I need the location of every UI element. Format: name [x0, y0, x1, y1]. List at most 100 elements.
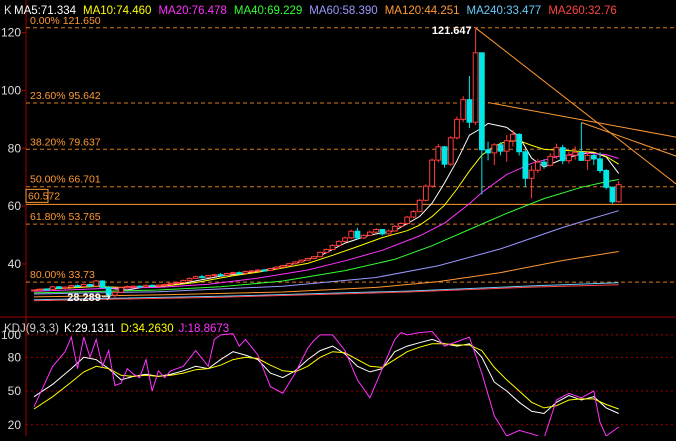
candle-up: [80, 283, 87, 288]
fib-level-label: 23.60% 95.642: [30, 90, 101, 102]
candle-body: [609, 186, 616, 203]
candle-body: [261, 269, 268, 272]
candle-body: [124, 286, 131, 289]
candle-body: [99, 280, 106, 288]
candle-body: [87, 283, 93, 287]
candle-up: [342, 236, 348, 243]
candle-up: [186, 277, 193, 282]
candle-body: [74, 285, 81, 288]
candle-up: [124, 285, 131, 289]
candle-body: [485, 149, 491, 154]
candle-body: [31, 289, 37, 292]
candle-up: [553, 143, 560, 159]
candle-body: [298, 259, 305, 263]
candle-body: [199, 276, 205, 279]
candle-up: [410, 210, 417, 219]
trendline: [475, 27, 676, 185]
candle-body: [68, 285, 75, 288]
candle-up: [248, 270, 255, 273]
candle-down: [149, 284, 156, 288]
candle-up: [304, 257, 311, 262]
candle-up: [279, 264, 286, 268]
candle-body: [111, 291, 118, 296]
candle-up: [242, 270, 249, 274]
candle-body: [491, 144, 498, 154]
candle-up: [491, 143, 498, 166]
candle-body: [161, 283, 168, 286]
candle-up: [510, 130, 516, 147]
candle-up: [416, 198, 423, 213]
candle-up: [329, 244, 336, 251]
candle-body: [416, 199, 423, 213]
candle-up: [255, 269, 261, 272]
candle-down: [603, 169, 610, 190]
candle-up: [298, 259, 305, 263]
candle-down: [441, 145, 448, 168]
candle-body: [223, 272, 230, 276]
candle-down: [87, 283, 93, 288]
candle-down: [99, 280, 106, 289]
candle-up: [335, 240, 342, 247]
kdj-header-item: D:34.2630: [121, 323, 174, 335]
candle-body: [379, 229, 386, 235]
candle-body: [149, 284, 156, 287]
candle-body: [410, 211, 417, 218]
candle-up: [615, 180, 622, 203]
candle-body: [460, 99, 467, 120]
candle-body: [248, 270, 255, 273]
candle-body: [155, 284, 162, 287]
candle-body: [192, 276, 199, 279]
candle-up: [398, 222, 404, 228]
candle-up: [503, 134, 510, 162]
candle-body: [55, 286, 62, 289]
chart-canvas[interactable]: 120100806040 0.00% 121.65023.60% 95.6423…: [0, 0, 676, 439]
candle-up: [528, 165, 535, 199]
kdj-d-line: [33, 343, 619, 410]
candle-body: [255, 269, 261, 272]
kdj-y-tick-label: 80: [8, 350, 22, 364]
candle-body: [584, 154, 591, 161]
candle-down: [578, 122, 585, 161]
candle-up: [366, 230, 373, 237]
candle-body: [472, 52, 479, 123]
candle-down: [559, 144, 566, 165]
candle-body: [348, 230, 355, 239]
candle-up: [130, 285, 137, 288]
ma-header-item: MA10:74.460: [83, 5, 151, 17]
candle-body: [541, 161, 547, 166]
candle-down: [136, 285, 143, 288]
candle-up: [192, 275, 199, 279]
candle-up: [404, 215, 411, 225]
candle-body: [516, 133, 523, 153]
candle-body: [366, 231, 373, 236]
candle-body: [211, 274, 218, 277]
candle-down: [199, 274, 205, 279]
candle-body: [267, 268, 274, 271]
symbol-label: K: [4, 5, 12, 17]
candle-body: [578, 151, 585, 161]
candle-body: [503, 140, 510, 152]
candle-body: [615, 184, 622, 203]
candle-body: [478, 52, 485, 151]
high-price-label: 121.647: [432, 25, 472, 37]
candle-up: [118, 286, 124, 293]
fib-level-label: 38.20% 79.637: [30, 136, 101, 148]
candle-up: [422, 184, 429, 202]
candle-down: [522, 149, 529, 188]
candle-up: [429, 158, 435, 188]
candle-body: [559, 147, 566, 162]
candle-body: [279, 265, 286, 268]
candle-body: [603, 170, 610, 188]
ma-header-item: MA20:76.478: [158, 5, 226, 17]
candle-up: [292, 261, 299, 265]
fib-level-label: 61.80% 53.765: [30, 211, 101, 223]
candle-up: [323, 248, 330, 254]
candle-body: [360, 234, 367, 239]
ma-header-item: MA5:71.334: [14, 5, 77, 17]
candle-down: [379, 229, 386, 236]
candle-body: [143, 284, 149, 288]
candle-up: [385, 229, 392, 235]
candle-up: [360, 234, 367, 240]
candle-up: [566, 151, 572, 164]
candle-up: [317, 251, 324, 258]
